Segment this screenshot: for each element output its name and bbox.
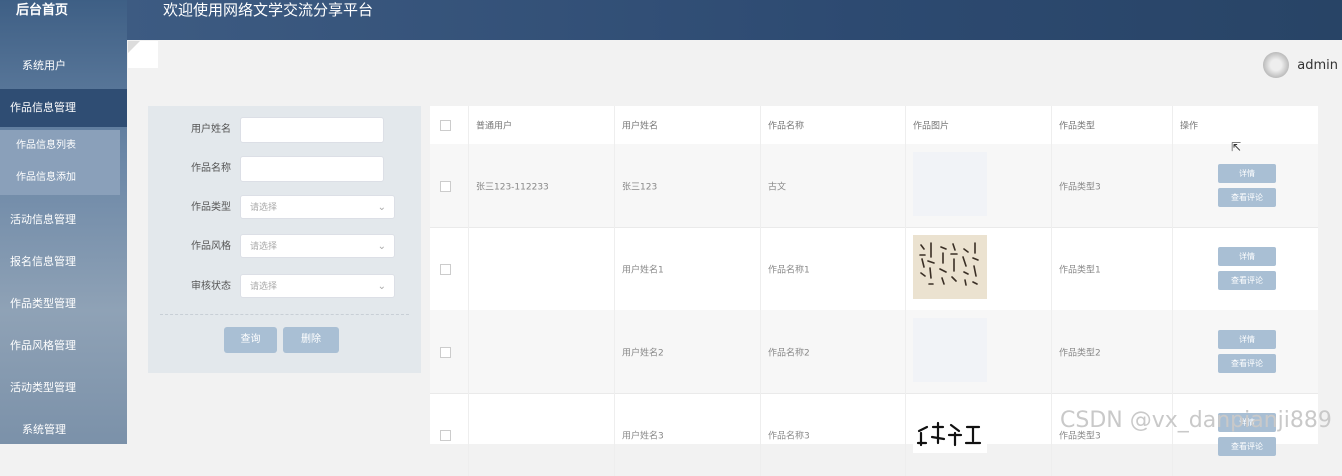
search-row-review-status: 审核状态 请选择 ⌄ xyxy=(148,274,421,300)
column-header-work-name: 作品名称 xyxy=(768,121,805,132)
sidebar-item-works-management[interactable]: 作品信息管理 xyxy=(0,89,127,127)
sidebar-subitem-works-list[interactable]: 作品信息列表 xyxy=(0,130,120,162)
detail-button[interactable]: 详情 xyxy=(1218,247,1276,266)
chevron-down-icon: ⌄ xyxy=(377,202,386,213)
work-style-placeholder: 请选择 xyxy=(250,242,278,252)
select-all-checkbox[interactable] xyxy=(440,120,451,131)
cell-work-type: 作品类型3 xyxy=(1059,182,1101,192)
top-header: 欢迎使用网络文学交流分享平台 xyxy=(127,0,1342,40)
column-header-user-name: 用户姓名 xyxy=(622,121,659,132)
sidebar-item-system-management[interactable]: 系统管理 xyxy=(0,411,127,449)
cell-user-name: 用户姓名3 xyxy=(622,431,664,441)
cell-work-type: 作品类型1 xyxy=(1059,265,1101,275)
table-header: 普通用户 用户姓名 作品名称 作品图片 作品类型 操作 xyxy=(430,106,1318,145)
mouse-cursor-icon: ⇱ xyxy=(1231,140,1242,154)
chevron-down-icon: ⌄ xyxy=(377,281,386,292)
page-title: 欢迎使用网络文学交流分享平台 xyxy=(163,1,374,19)
username[interactable]: admin xyxy=(1297,58,1338,73)
work-image xyxy=(913,152,987,216)
chevron-down-icon: ⌄ xyxy=(377,241,386,252)
work-image xyxy=(913,413,987,453)
cell-work-name: 古文 xyxy=(768,182,787,192)
review-status-label: 审核状态 xyxy=(191,281,231,292)
row-checkbox[interactable] xyxy=(440,346,451,358)
view-comments-button[interactable]: 查看评论 xyxy=(1218,271,1276,290)
sidebar-item-work-type-management[interactable]: 作品类型管理 xyxy=(0,285,127,323)
sidebar-submenu: 作品信息列表 作品信息添加 xyxy=(0,130,120,195)
work-name-input[interactable] xyxy=(240,156,384,182)
column-header-work-type: 作品类型 xyxy=(1059,121,1096,132)
search-row-work-name: 作品名称 xyxy=(148,156,421,182)
cell-user-name: 用户姓名2 xyxy=(622,348,664,358)
work-type-label: 作品类型 xyxy=(191,202,231,213)
query-button[interactable]: 查询 xyxy=(224,327,277,353)
search-row-work-style: 作品风格 请选择 ⌄ xyxy=(148,234,421,260)
cell-work-name: 作品名称3 xyxy=(768,431,810,441)
sidebar-item-system-users[interactable]: 系统用户 xyxy=(0,47,127,85)
work-style-label: 作品风格 xyxy=(191,241,231,252)
delete-button[interactable]: 删除 xyxy=(283,327,339,353)
review-status-placeholder: 请选择 xyxy=(250,282,278,292)
cell-user-name: 用户姓名1 xyxy=(622,265,664,275)
work-type-placeholder: 请选择 xyxy=(250,203,278,213)
detail-button[interactable]: 详情 xyxy=(1218,330,1276,349)
sidebar-collapse-toggle[interactable] xyxy=(128,41,158,68)
work-type-select[interactable]: 请选择 ⌄ xyxy=(240,195,395,219)
work-style-select[interactable]: 请选择 ⌄ xyxy=(240,234,395,258)
column-header-work-image: 作品图片 xyxy=(913,121,950,132)
sidebar-item-signup-management[interactable]: 报名信息管理 xyxy=(0,243,127,281)
cell-user: 张三123-112233 xyxy=(476,182,549,192)
review-status-select[interactable]: 请选择 ⌄ xyxy=(240,274,395,298)
divider xyxy=(160,314,409,315)
view-comments-button[interactable]: 查看评论 xyxy=(1218,437,1276,456)
watermark: CSDN @vx_danpianji889 xyxy=(1060,408,1332,433)
calligraphy-image xyxy=(916,421,982,447)
view-comments-button[interactable]: 查看评论 xyxy=(1218,188,1276,207)
search-panel: 用户姓名 作品名称 作品类型 请选择 ⌄ 作品风格 请选择 ⌄ 审核状态 请选择… xyxy=(148,106,421,373)
works-table: 普通用户 用户姓名 作品名称 作品图片 作品类型 操作 张三123-112233… xyxy=(430,106,1318,476)
table-row: 用户姓名3 作品名称3 作品类型3 详情 查看评论 xyxy=(430,393,1318,476)
search-row-user-name: 用户姓名 xyxy=(148,117,421,143)
work-image xyxy=(913,235,987,299)
user-name-input[interactable] xyxy=(240,117,384,143)
user-menu[interactable]: admin xyxy=(1263,52,1338,78)
avatar[interactable] xyxy=(1263,52,1290,78)
cell-work-type: 作品类型2 xyxy=(1059,348,1101,358)
sidebar-item-activity-management[interactable]: 活动信息管理 xyxy=(0,201,127,239)
row-checkbox[interactable] xyxy=(440,180,451,192)
detail-button[interactable]: 详情 xyxy=(1218,164,1276,183)
cell-work-name: 作品名称2 xyxy=(768,348,810,358)
row-checkbox[interactable] xyxy=(440,263,451,275)
view-comments-button[interactable]: 查看评论 xyxy=(1218,354,1276,373)
column-header-actions: 操作 xyxy=(1180,121,1199,132)
work-image xyxy=(913,318,987,382)
sidebar-item-work-style-management[interactable]: 作品风格管理 xyxy=(0,327,127,365)
sidebar-home-link[interactable]: 后台首页 xyxy=(0,0,127,42)
user-name-label: 用户姓名 xyxy=(191,124,231,135)
row-checkbox[interactable] xyxy=(440,429,451,441)
table-row: 张三123-112233 张三123 古文 作品类型3 详情 查看评论 xyxy=(430,144,1318,228)
table-row: 用户姓名2 作品名称2 作品类型2 详情 查看评论 xyxy=(430,310,1318,394)
sidebar-item-activity-type-management[interactable]: 活动类型管理 xyxy=(0,369,127,407)
column-header-user: 普通用户 xyxy=(476,121,513,132)
cell-work-name: 作品名称1 xyxy=(768,265,810,275)
cell-user-name: 张三123 xyxy=(622,182,658,192)
sidebar-subitem-works-add[interactable]: 作品信息添加 xyxy=(0,162,120,194)
table-row: 用户姓名1 作品名称1 作品类型1 详情 查看评论 xyxy=(430,227,1318,311)
work-name-label: 作品名称 xyxy=(191,163,231,174)
sidebar: 后台首页 系统用户 作品信息管理 作品信息列表 作品信息添加 活动信息管理 报名… xyxy=(0,0,127,444)
calligraphy-image xyxy=(913,235,987,299)
search-row-work-type: 作品类型 请选择 ⌄ xyxy=(148,195,421,221)
